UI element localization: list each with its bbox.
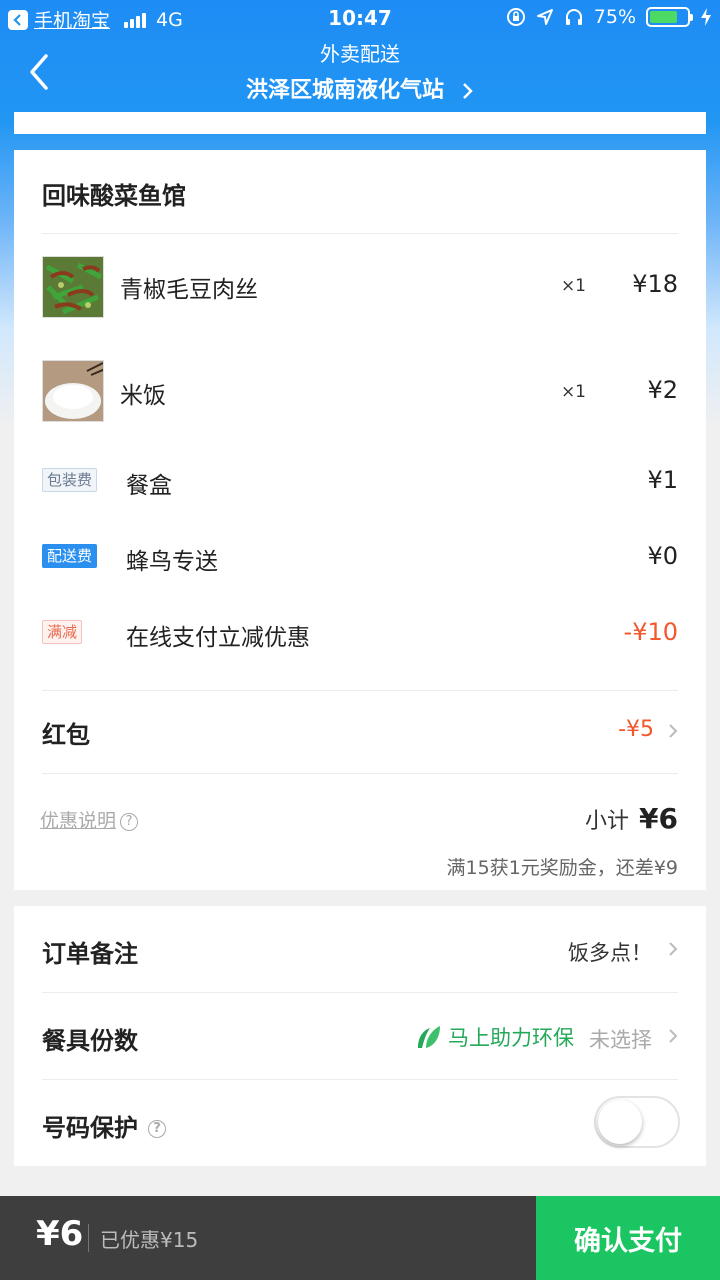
divider	[42, 773, 678, 774]
chevron-right-icon	[669, 724, 678, 738]
bonus-note: 满15获1元奖励金，还差¥9	[446, 857, 678, 879]
status-right: 75%	[506, 6, 712, 28]
remark-label: 订单备注	[42, 940, 138, 968]
packaging-tag: 包装费	[42, 468, 98, 492]
order-card: 回味酸菜鱼馆 青椒毛豆肉丝 ×1 ¥18 米饭 ×1 ¥2 包装费 餐盒 ¥1 …	[14, 150, 706, 890]
address-selector[interactable]: 洪泽区城南液化气站	[0, 72, 720, 104]
leaf-icon	[418, 1026, 440, 1048]
subtotal-value: ¥6	[639, 802, 678, 835]
address-label: 洪泽区城南液化气站	[245, 78, 444, 103]
shop-name: 回味酸菜鱼馆	[42, 182, 186, 210]
chevron-right-icon	[463, 83, 473, 99]
saved-amount: 已优惠¥15	[100, 1228, 199, 1252]
discount-tag: 满减	[42, 620, 83, 644]
location-icon	[536, 9, 553, 25]
red-packet-value: -¥5	[618, 717, 654, 742]
food-image	[42, 256, 104, 318]
fee-name: 在线支付立减优惠	[126, 625, 310, 651]
red-packet-label: 红包	[42, 721, 90, 749]
remark-row[interactable]: 订单备注 饭多点！	[14, 906, 706, 992]
delivery-tag: 配送费	[42, 544, 98, 568]
fee-price: ¥1	[647, 466, 678, 494]
total-amount: ¥6	[36, 1214, 84, 1254]
item-price: ¥18	[632, 270, 678, 298]
privacy-label-text: 号码保护	[42, 1114, 138, 1142]
charging-icon	[701, 8, 711, 26]
nav-bar: 外卖配送 洪泽区城南液化气站	[0, 36, 720, 110]
fee-name: 蜂鸟专送	[126, 549, 218, 575]
fee-price: ¥0	[647, 542, 678, 570]
item-name: 米饭	[120, 383, 166, 409]
item-qty: ×1	[560, 382, 586, 402]
utensils-row[interactable]: 餐具份数 马上助力环保 未选择	[14, 993, 706, 1079]
help-icon: ?	[120, 812, 139, 831]
divider	[88, 1224, 89, 1252]
item-price: ¥2	[647, 376, 678, 404]
checkout-bar: ¥6 已优惠¥15 确认支付	[0, 1196, 720, 1280]
promo-info-label: 优惠说明	[40, 810, 117, 832]
promo-info-link[interactable]: 优惠说明?	[40, 806, 139, 833]
subtotal-label: 小计	[585, 809, 630, 834]
utensils-value: 未选择	[589, 1028, 652, 1052]
fee-name: 餐盒	[126, 473, 172, 499]
address-card-edge	[14, 112, 706, 134]
subtotal: 小计 ¥6	[585, 802, 678, 835]
fee-price: -¥10	[623, 618, 678, 646]
delivery-type: 外卖配送	[320, 42, 400, 66]
item-qty: ×1	[560, 276, 586, 296]
privacy-label: 号码保护?	[42, 1108, 166, 1143]
toggle-knob	[598, 1100, 642, 1144]
battery-icon	[646, 7, 693, 27]
divider	[42, 233, 678, 234]
status-bar: 手机淘宝 4G 10:47 75%	[0, 0, 720, 36]
utensils-label: 餐具份数	[42, 1027, 138, 1055]
order-options-card: 订单备注 饭多点！ 餐具份数 马上助力环保 未选择 号码保护?	[14, 906, 706, 1166]
remark-value: 饭多点！	[568, 941, 652, 965]
eco-badge: 马上助力环保	[416, 1022, 574, 1052]
headphones-icon	[565, 9, 582, 25]
food-image	[42, 360, 104, 422]
item-name: 青椒毛豆肉丝	[120, 277, 258, 303]
confirm-pay-button[interactable]: 确认支付	[536, 1196, 720, 1280]
rotation-lock-icon	[506, 8, 525, 26]
privacy-row: 号码保护?	[14, 1080, 706, 1166]
help-icon[interactable]: ?	[148, 1120, 166, 1138]
battery-percent: 75%	[593, 6, 636, 28]
chevron-right-icon	[669, 1029, 678, 1043]
chevron-right-icon	[669, 942, 678, 956]
red-packet-row[interactable]: 红包 -¥5	[14, 691, 706, 773]
eco-text: 马上助力环保	[448, 1026, 574, 1050]
privacy-toggle[interactable]	[594, 1096, 680, 1148]
